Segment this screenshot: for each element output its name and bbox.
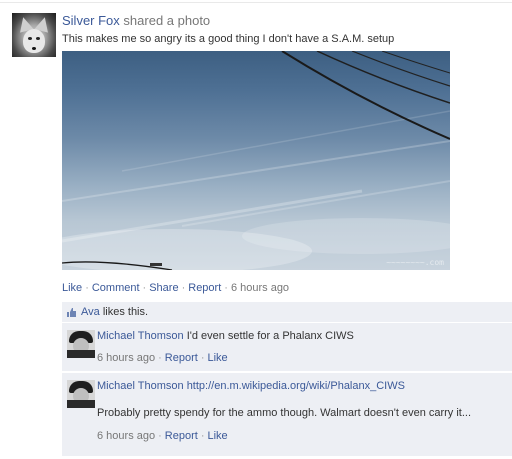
post-actions: Like · Comment · Share · Report · 6 hours ago <box>62 282 289 294</box>
post-caption: This makes me so angry its a good thing … <box>62 33 395 45</box>
photo-watermark: ~~~~~~~~.com <box>386 258 444 267</box>
comment-url-link[interactable]: http://en.m.wikipedia.org/wiki/Phalanx_C… <box>187 380 405 392</box>
shared-photo[interactable]: ~~~~~~~~.com <box>62 51 450 270</box>
post-action-text: shared a photo <box>123 13 211 28</box>
separator: · <box>224 282 228 294</box>
commenter-avatar[interactable] <box>67 380 95 408</box>
comment-header: Michael Thomson http://en.m.wikipedia.or… <box>97 380 405 392</box>
comment-timestamp: 6 hours ago <box>97 430 156 442</box>
commenter-avatar[interactable] <box>67 330 95 358</box>
comment-meta: 6 hours ago · Report · Like <box>97 430 228 442</box>
top-divider <box>0 2 512 3</box>
fox-avatar[interactable] <box>12 13 56 57</box>
share-link[interactable]: Share <box>149 282 178 294</box>
post-author-link[interactable]: Silver Fox <box>62 13 120 28</box>
separator: · <box>158 430 162 442</box>
likes-suffix: likes this. <box>99 306 149 318</box>
separator: · <box>142 282 147 294</box>
comment-like-link[interactable]: Like <box>207 430 227 442</box>
comment-author-link[interactable]: Michael Thomson <box>97 330 184 342</box>
separator: · <box>181 282 186 294</box>
comment-meta: 6 hours ago · Report · Like <box>97 352 228 364</box>
comment-link[interactable]: Comment <box>92 282 140 294</box>
comment-header: Michael Thomson I'd even settle for a Ph… <box>97 330 354 342</box>
comment-report-link[interactable]: Report <box>165 352 198 364</box>
comment-author-link[interactable]: Michael Thomson <box>97 380 184 392</box>
likes-summary: Ava likes this. <box>62 302 512 323</box>
separator: · <box>85 282 89 294</box>
separator: · <box>200 352 205 364</box>
liker-link[interactable]: Ava <box>81 306 100 318</box>
like-link[interactable]: Like <box>62 282 82 294</box>
sky-photo-art <box>62 51 450 270</box>
separator: · <box>200 430 205 442</box>
report-link[interactable]: Report <box>188 282 221 294</box>
thumbs-up-icon <box>67 308 76 317</box>
likes-text: Ava likes this. <box>81 306 148 318</box>
comment: Michael Thomson http://en.m.wikipedia.or… <box>62 373 512 456</box>
comment: Michael Thomson I'd even settle for a Ph… <box>62 323 512 371</box>
separator: · <box>158 352 162 364</box>
comment-text: I'd even settle for a Phalanx CIWS <box>186 330 354 342</box>
post-header: Silver Fox shared a photo <box>62 13 210 29</box>
comment-report-link[interactable]: Report <box>165 430 198 442</box>
post-timestamp: 6 hours ago <box>230 282 290 294</box>
comment-text: Probably pretty spendy for the ammo thou… <box>97 407 472 419</box>
comment-like-link[interactable]: Like <box>207 352 227 364</box>
comment-timestamp: 6 hours ago <box>97 352 156 364</box>
